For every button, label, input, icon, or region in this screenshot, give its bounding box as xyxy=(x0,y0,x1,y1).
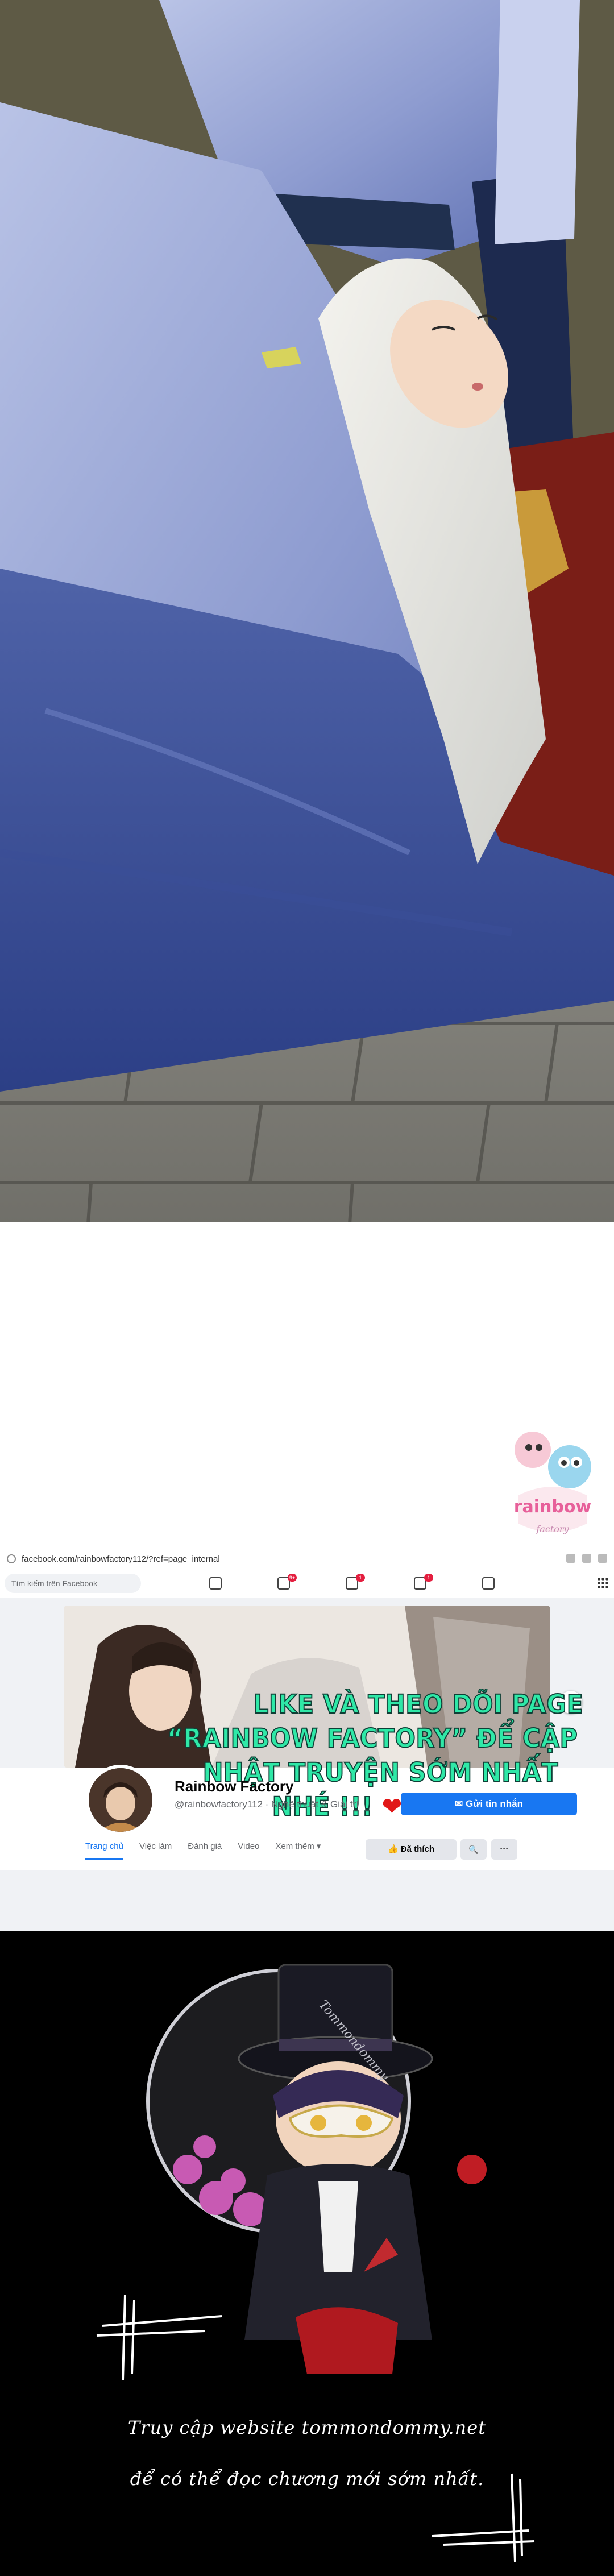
outro-line-1: Truy cập website tommondommy.net xyxy=(127,2417,487,2438)
tab-videos[interactable]: Video xyxy=(238,1835,259,1858)
reload-icon[interactable] xyxy=(7,1554,16,1563)
tab-jobs[interactable]: Việc làm xyxy=(139,1835,172,1858)
outro-line-2: để có thể đọc chương mới sớm nhất. xyxy=(130,2468,484,2490)
liked-button[interactable]: 👍 Đã thích xyxy=(366,1839,457,1860)
extension-icon[interactable] xyxy=(582,1554,591,1563)
messenger-icon: ✉ xyxy=(454,1798,466,1809)
home-icon xyxy=(209,1577,222,1590)
liked-label: Đã thích xyxy=(400,1844,435,1854)
star-icon[interactable] xyxy=(566,1554,575,1563)
groups-nav[interactable] xyxy=(455,1575,523,1592)
thumbs-up-icon: 👍 xyxy=(387,1844,401,1854)
page-handle: @rainbowfactory112 · Nghệ thuật & Giải t… xyxy=(175,1799,359,1810)
send-message-button[interactable]: ✉ Gửi tin nhắn xyxy=(401,1793,577,1815)
marketplace-nav[interactable]: 1 xyxy=(387,1574,455,1592)
page-search-button[interactable]: 🔍 xyxy=(460,1839,487,1860)
profile-icon[interactable] xyxy=(598,1554,607,1563)
facebook-top-nav: Tìm kiếm trên Facebook 9+ 1 1 xyxy=(0,1568,614,1598)
marketplace-badge: 1 xyxy=(424,1574,433,1582)
pages-nav[interactable]: 9+ xyxy=(250,1574,318,1592)
page-name[interactable]: Rainbow Factory xyxy=(175,1778,293,1795)
url-text: facebook.com/rainbowfactory112/?ref=page… xyxy=(22,1554,220,1564)
watch-nav[interactable]: 1 xyxy=(318,1574,387,1592)
outro-panel: Tommondommy Truy cập website tommondommy… xyxy=(0,1931,614,2576)
svg-text:factory: factory xyxy=(536,1524,569,1534)
tab-reviews[interactable]: Đánh giá xyxy=(188,1835,222,1858)
browser-address-bar[interactable]: facebook.com/rainbowfactory112/?ref=page… xyxy=(0,1550,614,1569)
send-message-label: Gửi tin nhắn xyxy=(465,1798,524,1809)
promo-line-1: LIKE VÀ THEO DÕI PAGE xyxy=(252,1689,584,1720)
page-tabs: Trang chủ Việc làm Đánh giá Video Xem th… xyxy=(85,1835,337,1860)
promo-line-2: “RAINBOW FACTORY” ĐỂ CẬP xyxy=(167,1723,578,1754)
rainbow-logo: rainbow factory xyxy=(507,1427,598,1546)
pages-badge: 9+ xyxy=(288,1574,297,1582)
tab-home[interactable]: Trang chủ xyxy=(85,1835,123,1860)
home-nav[interactable] xyxy=(182,1575,250,1592)
tab-more[interactable]: Xem thêm ▾ xyxy=(275,1835,321,1858)
more-options-button[interactable]: ··· xyxy=(491,1839,517,1860)
menu-grid-icon[interactable] xyxy=(597,1577,608,1588)
manga-panel-sleeping-character xyxy=(0,0,614,1266)
heart-icon: ❤ xyxy=(381,1791,403,1822)
groups-icon xyxy=(482,1577,495,1590)
svg-text:rainbow: rainbow xyxy=(514,1497,591,1517)
watch-badge: 1 xyxy=(356,1574,365,1582)
manga-art xyxy=(0,0,614,1266)
facebook-search-input[interactable]: Tìm kiếm trên Facebook xyxy=(5,1574,141,1593)
